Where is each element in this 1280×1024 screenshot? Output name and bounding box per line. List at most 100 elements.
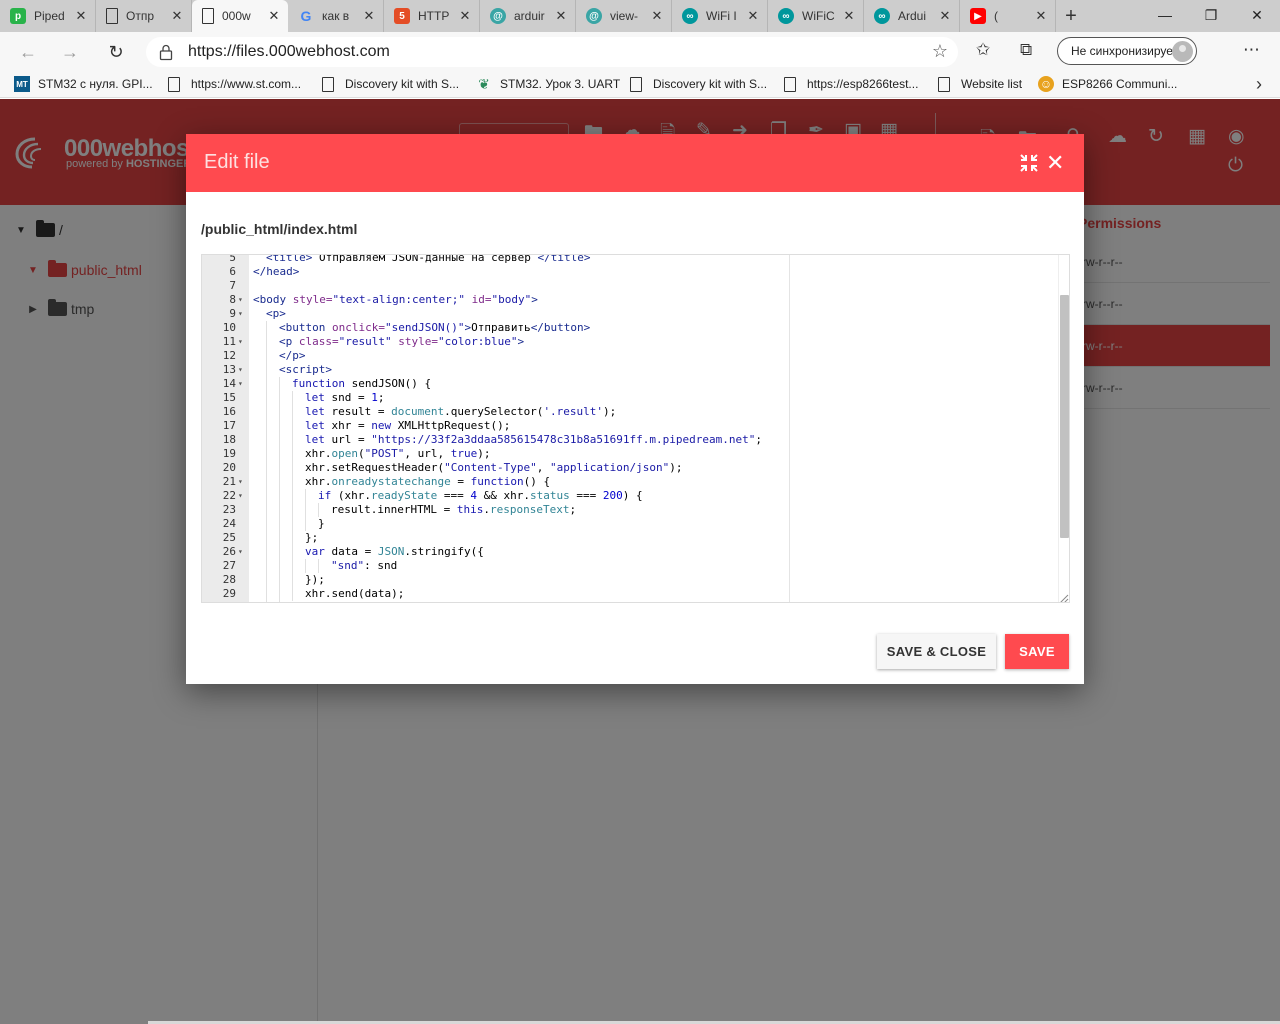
bookmark-item[interactable]: Website list bbox=[938, 75, 1022, 93]
tab-7[interactable]: ∞ WiFi I ✕ bbox=[672, 0, 768, 32]
tab-close-icon[interactable]: ✕ bbox=[169, 8, 185, 24]
bookmark-item[interactable]: MT STM32 с нуля. GPI... bbox=[14, 75, 153, 93]
tab-3[interactable]: Gкак в ✕ bbox=[288, 0, 384, 32]
line-number: 10 bbox=[222, 321, 236, 334]
fold-toggle-icon[interactable]: ▾ bbox=[238, 363, 247, 377]
bookmark-item[interactable]: https://www.st.com... bbox=[168, 75, 301, 93]
code-text: } bbox=[253, 601, 299, 602]
code-line[interactable]: 18 let url = "https://33f2a3ddaa585615478… bbox=[202, 433, 1058, 447]
page-icon bbox=[630, 76, 642, 92]
tab-close-icon[interactable]: ✕ bbox=[553, 8, 569, 24]
fold-toggle-icon[interactable]: ▾ bbox=[238, 335, 247, 349]
bookmark-item[interactable]: ☺ ESP8266 Communi... bbox=[1038, 75, 1177, 93]
code-line[interactable]: 15 let snd = 1; bbox=[202, 391, 1058, 405]
more-menu-icon[interactable]: ⋯ bbox=[1243, 40, 1261, 60]
fold-toggle-icon[interactable]: ▾ bbox=[238, 545, 247, 559]
tab-close-icon[interactable]: ✕ bbox=[1033, 8, 1049, 24]
favorites-icon[interactable]: ✩ bbox=[976, 40, 990, 60]
line-number: 18 bbox=[222, 433, 236, 446]
new-tab-button[interactable]: + bbox=[1056, 0, 1086, 32]
resize-grip-icon[interactable] bbox=[1059, 594, 1069, 603]
tab-2[interactable]: 000w ✕ bbox=[192, 0, 288, 32]
arduino-icon: ∞ bbox=[778, 8, 794, 24]
code-line[interactable]: 19 xhr.open("POST", url, true); bbox=[202, 447, 1058, 461]
code-line[interactable]: 25}; bbox=[202, 531, 1058, 545]
code-line[interactable]: 11 ▾ <p class="result" style="color:blue"> bbox=[202, 335, 1058, 349]
maximize-button[interactable]: ❐ bbox=[1188, 0, 1234, 30]
window-close-button[interactable]: ✕ bbox=[1234, 0, 1280, 30]
avatar bbox=[1172, 41, 1193, 62]
code-editor[interactable]: 5 <title> Отправляем JSON-данные на серве… bbox=[201, 254, 1070, 603]
tab-close-icon[interactable]: ✕ bbox=[745, 8, 761, 24]
code-text: let result = document.querySelector('.re… bbox=[253, 405, 616, 419]
tab-close-icon[interactable]: ✕ bbox=[457, 8, 473, 24]
code-line[interactable]: 8 ▾ <body style="text-align:center;" id="b… bbox=[202, 293, 1058, 307]
tab-6[interactable]: @ view- ✕ bbox=[576, 0, 672, 32]
code-line[interactable]: 17 let xhr = new XMLHttpRequest(); bbox=[202, 419, 1058, 433]
code-line[interactable]: 9 ▾ <p> bbox=[202, 307, 1058, 321]
close-icon[interactable]: ✕ bbox=[1046, 150, 1064, 176]
tab-5[interactable]: @ arduir ✕ bbox=[480, 0, 576, 32]
bookmark-item[interactable]: Discovery kit with S... bbox=[322, 75, 459, 93]
fold-toggle-icon[interactable]: ▾ bbox=[238, 307, 247, 321]
fold-toggle-icon[interactable]: ▾ bbox=[238, 475, 247, 489]
chevron-right-icon[interactable]: › bbox=[1256, 74, 1262, 95]
tab-close-icon[interactable]: ✕ bbox=[937, 8, 953, 24]
reload-button[interactable]: ↻ bbox=[102, 38, 130, 66]
code-line[interactable]: 29 xhr.send(data); bbox=[202, 587, 1058, 601]
code-line[interactable]: 30} bbox=[202, 601, 1058, 602]
mt-icon: MT bbox=[14, 76, 30, 92]
bookmark-item[interactable]: ❦ STM32. Урок 3. UART bbox=[476, 75, 620, 93]
bookmark-label: ESP8266 Communi... bbox=[1062, 77, 1178, 91]
leaf-icon: ❦ bbox=[478, 75, 490, 92]
tab-close-icon[interactable]: ✕ bbox=[73, 8, 89, 24]
code-line[interactable]: 24} bbox=[202, 517, 1058, 531]
page-icon bbox=[202, 8, 214, 24]
profile-sync-button[interactable]: Не синхронизируется bbox=[1057, 37, 1197, 65]
tab-close-icon[interactable]: ✕ bbox=[361, 8, 377, 24]
line-number: 19 bbox=[222, 447, 236, 460]
code-text: <button onclick="sendJSON()">Отправить</… bbox=[253, 321, 590, 335]
code-line[interactable]: 14 ▾ function sendJSON() { bbox=[202, 377, 1058, 391]
minimize-button[interactable]: — bbox=[1142, 0, 1188, 30]
save-and-close-button[interactable]: SAVE & CLOSE bbox=[877, 634, 996, 669]
tab-1[interactable]: Отпр ✕ bbox=[96, 0, 192, 32]
code-line[interactable]: 27 "snd": snd bbox=[202, 559, 1058, 573]
code-line[interactable]: 16 let result = document.querySelector('.… bbox=[202, 405, 1058, 419]
code-line[interactable]: 13 ▾ <script> bbox=[202, 363, 1058, 377]
editor-scrollbar-thumb[interactable] bbox=[1060, 295, 1069, 538]
tab-close-icon[interactable]: ✕ bbox=[266, 8, 282, 24]
code-line[interactable]: 22 ▾ if (xhr.readyState === 4 && xhr.statu… bbox=[202, 489, 1058, 503]
fold-toggle-icon[interactable]: ▾ bbox=[238, 293, 247, 307]
tab-4[interactable]: 5 HTTP ✕ bbox=[384, 0, 480, 32]
forward-button[interactable]: → bbox=[56, 38, 84, 66]
tab-close-icon[interactable]: ✕ bbox=[649, 8, 665, 24]
code-line[interactable]: 21 ▾ xhr.onreadystatechange = function() { bbox=[202, 475, 1058, 489]
code-line[interactable]: 7 bbox=[202, 279, 1058, 293]
fold-toggle-icon[interactable]: ▾ bbox=[238, 489, 247, 503]
bookmark-item[interactable]: Discovery kit with S... bbox=[630, 75, 767, 93]
tab-9[interactable]: ∞ Ardui ✕ bbox=[864, 0, 960, 32]
fold-toggle-icon[interactable]: ▾ bbox=[238, 377, 247, 391]
tab-close-icon[interactable]: ✕ bbox=[841, 8, 857, 24]
code-line[interactable]: 20 xhr.setRequestHeader("Content-Type", "… bbox=[202, 461, 1058, 475]
code-line[interactable]: 26 ▾ var data = JSON.stringify({ bbox=[202, 545, 1058, 559]
collections-icon[interactable]: ⧉ bbox=[1020, 40, 1032, 60]
code-line[interactable]: 10 <button onclick="sendJSON()">Отправить… bbox=[202, 321, 1058, 335]
bookmark-label: STM32 с нуля. GPI... bbox=[38, 77, 153, 91]
tab-0[interactable]: p Piped ✕ bbox=[0, 0, 96, 32]
code-line[interactable]: 12 </p> bbox=[202, 349, 1058, 363]
fullscreen-icon[interactable] bbox=[1020, 154, 1038, 172]
save-button[interactable]: SAVE bbox=[1005, 634, 1069, 669]
bookmark-item[interactable]: https://esp8266test... bbox=[784, 75, 918, 93]
favorite-star-icon[interactable]: ☆ bbox=[932, 41, 948, 62]
back-button[interactable]: ← bbox=[14, 38, 42, 66]
code-line[interactable]: 6 </head> bbox=[202, 265, 1058, 279]
code-line[interactable]: 28}); bbox=[202, 573, 1058, 587]
url-field[interactable]: https://files.000webhost.com ☆ bbox=[146, 37, 958, 67]
code-line[interactable]: 23 result.innerHTML = this.responseText; bbox=[202, 503, 1058, 517]
code-line[interactable]: 5 <title> Отправляем JSON-данные на серве… bbox=[202, 255, 1058, 265]
tab-8[interactable]: ∞ WiFiC ✕ bbox=[768, 0, 864, 32]
code-text: <body style="text-align:center;" id="bod… bbox=[253, 293, 538, 306]
tab-10[interactable]: ▶ (✕ bbox=[960, 0, 1056, 32]
